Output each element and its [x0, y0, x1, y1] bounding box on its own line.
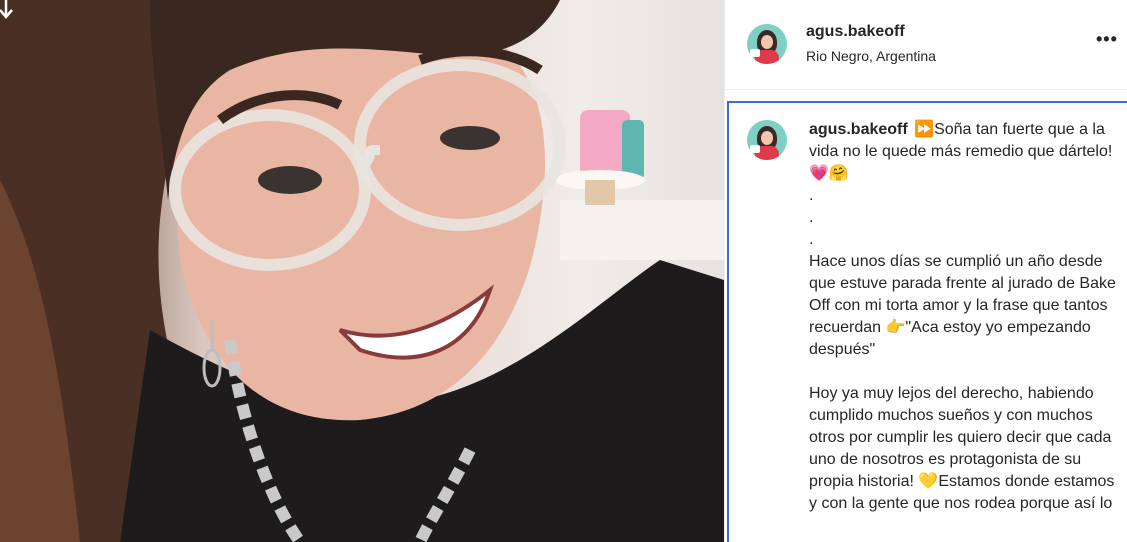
- caption-text: ⏩Soña tan fuerte que a la vida no le que…: [809, 121, 1116, 512]
- caption-avatar[interactable]: [747, 120, 787, 160]
- post-location[interactable]: Rio Negro, Argentina: [806, 48, 936, 64]
- arrow-down-icon[interactable]: [0, 0, 16, 20]
- author-username[interactable]: agus.bakeoff: [806, 23, 905, 41]
- post-details-panel: agus.bakeoff Rio Negro, Argentina ••• ag…: [724, 0, 1127, 542]
- comments-section: agus.bakeoff ⏩Soña tan fuerte que a la v…: [727, 101, 1127, 542]
- selfie-image: [0, 0, 724, 542]
- post-header: agus.bakeoff Rio Negro, Argentina •••: [725, 0, 1127, 90]
- caption-username[interactable]: agus.bakeoff: [809, 121, 908, 138]
- author-avatar[interactable]: [747, 24, 787, 64]
- more-options-icon[interactable]: •••: [1096, 30, 1120, 48]
- post-photo[interactable]: [0, 0, 724, 542]
- post-caption: agus.bakeoff ⏩Soña tan fuerte que a la v…: [809, 119, 1119, 515]
